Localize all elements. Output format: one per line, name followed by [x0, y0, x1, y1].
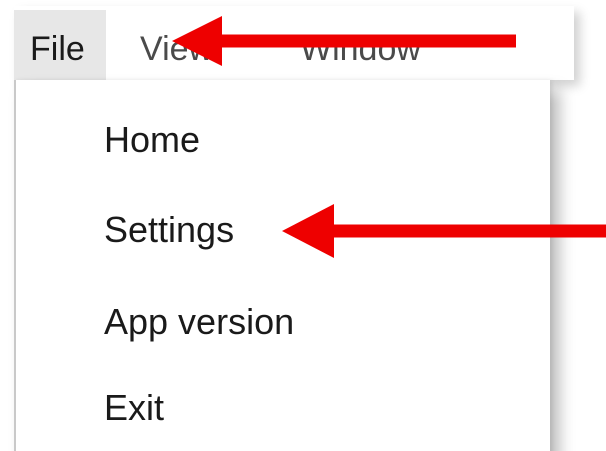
menu-file[interactable]: File: [14, 10, 106, 80]
menu-item-home[interactable]: Home: [104, 118, 200, 162]
menu-item-app-version[interactable]: App version: [104, 300, 294, 344]
file-dropdown-menu: Home Settings App version Exit: [14, 80, 550, 451]
menu-window[interactable]: Window: [282, 10, 439, 80]
menu-view[interactable]: View: [122, 10, 231, 80]
menu-bar: File View Window: [14, 6, 574, 80]
menu-item-exit[interactable]: Exit: [104, 386, 164, 430]
screenshot-stage: File View Window Home Settings App versi…: [0, 0, 606, 451]
menu-item-settings[interactable]: Settings: [104, 208, 234, 252]
